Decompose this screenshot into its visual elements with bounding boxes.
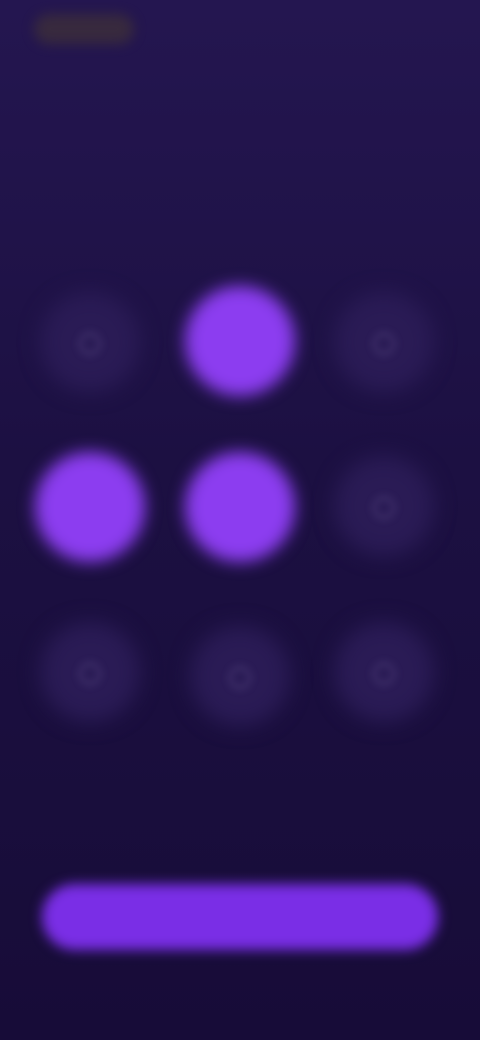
category-item-7[interactable]: ◌ — [20, 622, 160, 802]
category-item-9[interactable]: ◌ — [314, 622, 454, 802]
category-icon: ◌ — [371, 655, 397, 688]
category-circle-selected — [185, 452, 295, 562]
category-item-6[interactable]: ◌ — [314, 456, 454, 636]
category-item-1[interactable]: ◌ — [20, 292, 160, 472]
category-icon: ◌ — [77, 655, 103, 688]
category-item-4[interactable] — [20, 452, 160, 632]
category-circle-selected — [35, 452, 145, 562]
category-icon: ◌ — [371, 325, 397, 358]
category-item-3[interactable]: ◌ — [314, 292, 454, 472]
category-icon: ◌ — [227, 659, 253, 692]
category-icon: ◌ — [371, 489, 397, 522]
category-icon: ◌ — [77, 325, 103, 358]
category-item-5[interactable] — [170, 452, 310, 632]
continue-button[interactable] — [42, 884, 438, 950]
category-item-2[interactable] — [170, 286, 310, 466]
category-circle-selected — [185, 286, 295, 396]
category-item-8[interactable]: ◌ — [170, 626, 310, 806]
onboarding-screen: ◌ ◌ ◌ ◌ ◌ ◌ — [0, 0, 480, 1040]
